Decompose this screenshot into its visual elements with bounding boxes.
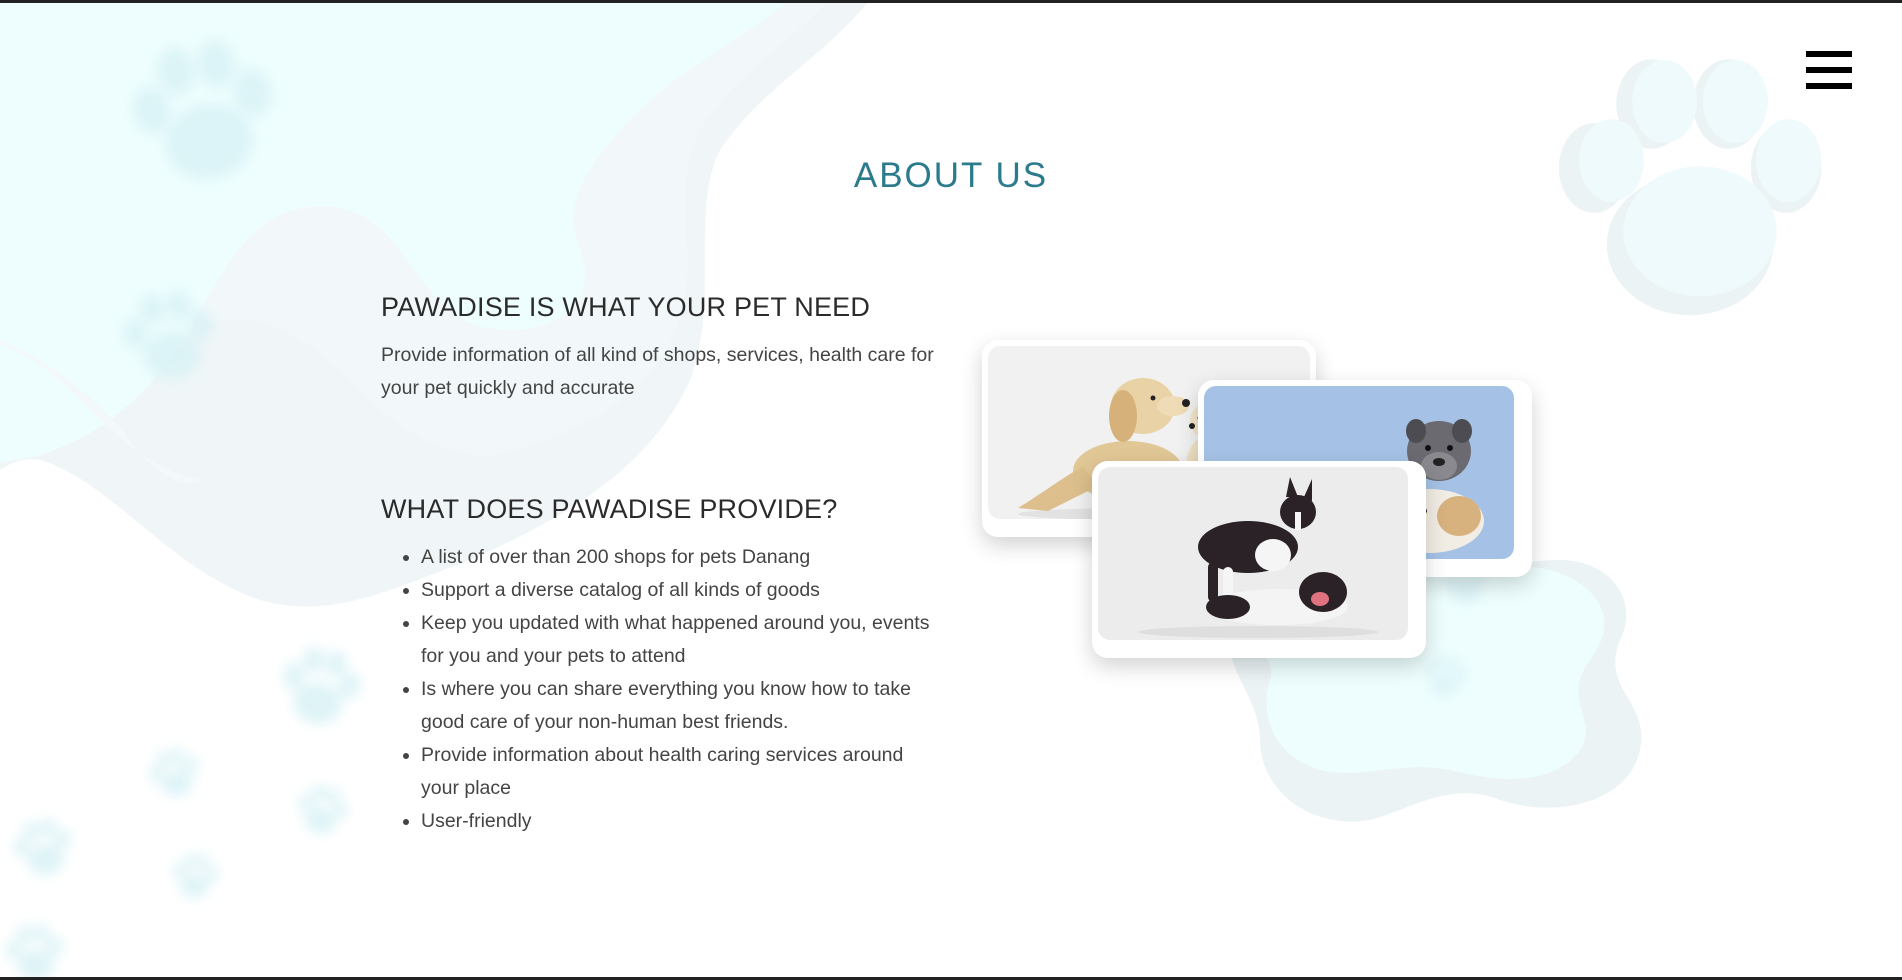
about-heading: PAWADISE IS WHAT YOUR PET NEED [381,292,871,322]
background-decoration [0,0,1822,980]
provide-section: WHAT DOES PAWADISE PROVIDE? A list of ov… [381,494,936,838]
list-item: Keep you updated with what happened arou… [421,607,936,673]
about-content: PAWADISE IS WHAT YOUR PET NEED Provide i… [381,292,936,838]
about-text: Provide information of all kind of shops… [381,344,934,399]
boston-terriers-photo [1092,461,1426,658]
list-item: Provide information about health caring … [421,739,936,805]
menu-bar [1806,67,1852,73]
list-item: A list of over than 200 shops for pets D… [421,541,936,574]
hamburger-menu-icon[interactable] [1806,51,1852,89]
top-border [0,0,1902,3]
list-item: Support a diverse catalog of all kinds o… [421,574,936,607]
page-title: ABOUT US [853,156,1049,195]
list-item: Is where you can share everything you kn… [421,673,936,739]
provide-heading: WHAT DOES PAWADISE PROVIDE? [381,494,838,524]
features-list: A list of over than 200 shops for pets D… [381,541,936,838]
menu-bar [1806,83,1852,89]
menu-bar [1806,51,1852,57]
list-item: User-friendly [421,805,936,838]
